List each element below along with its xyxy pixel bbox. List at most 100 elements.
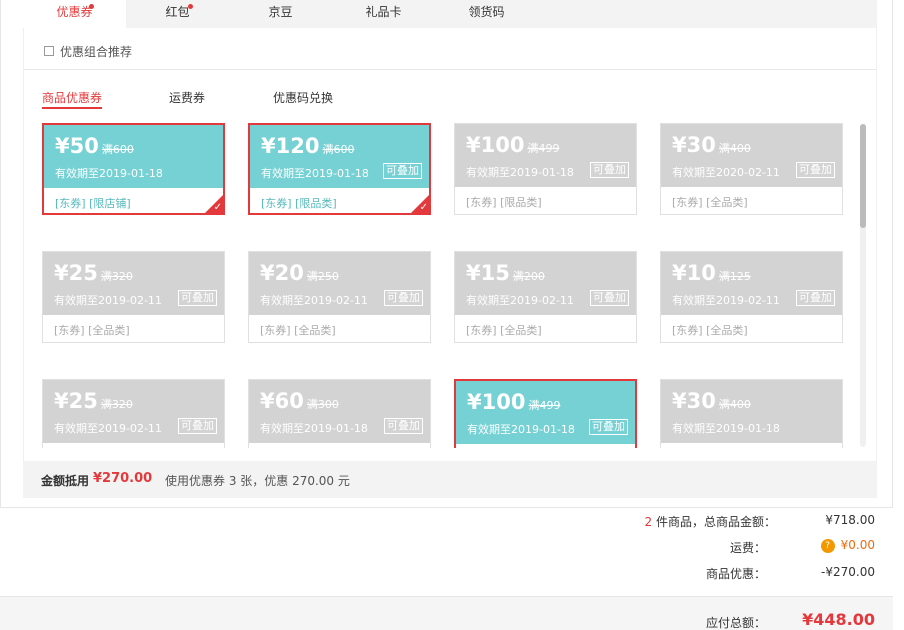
coupon-price: ¥25 满320: [54, 261, 133, 285]
coupon-card[interactable]: ¥15 满200 有效期至2019-02-11 可叠加 [东券] [全品类]: [454, 251, 637, 343]
coupon-face: ¥50 满600 有效期至2019-01-18: [44, 125, 223, 188]
stackable-badge: 可叠加: [590, 290, 629, 306]
coupon-threshold: 满250: [306, 270, 339, 283]
coupon-price: ¥20 满250: [260, 261, 339, 285]
coupon-threshold: 满320: [100, 398, 133, 411]
coupon-amount: ¥100: [466, 133, 525, 157]
new-dot-icon: [89, 4, 94, 9]
coupon-tags: [东券] [限店铺]: [55, 197, 131, 210]
coupon-price: ¥120 满600: [261, 134, 354, 158]
coupon-panel: 优惠券 红包 京豆 礼品卡 领货码 优惠组合推荐 商品优惠券 运费券 优惠码兑换…: [0, 0, 893, 508]
coupon-amount: ¥50: [55, 134, 99, 158]
coupon-card[interactable]: ¥25 满320 有效期至2019-02-11 可叠加: [42, 379, 225, 448]
coupon-expiry: 有效期至2019-01-18: [466, 166, 574, 179]
tab-redeem-code[interactable]: 领货码: [435, 0, 538, 28]
coupon-face: ¥60 满300 有效期至2019-01-18 可叠加: [249, 380, 430, 443]
new-dot-icon: [188, 4, 193, 9]
shipping-label: 运费：: [729, 541, 766, 555]
coupon-expiry: 有效期至2019-02-11: [466, 294, 574, 307]
coupon-price: ¥15 满200: [466, 261, 545, 285]
question-icon[interactable]: ?: [820, 538, 835, 553]
coupon-card[interactable]: ¥30 满400 有效期至2020-02-11 可叠加 [东券] [全品类]: [660, 123, 843, 215]
stackable-badge: 可叠加: [796, 290, 835, 306]
tab-jingdou[interactable]: 京豆: [229, 0, 332, 28]
payable-value: ¥448.00: [802, 610, 875, 629]
coupon-threshold: 满400: [718, 142, 751, 155]
coupon-face: ¥100 满499 有效期至2019-01-18 可叠加: [455, 124, 636, 187]
coupon-tags: [东券] [限品类]: [466, 196, 542, 209]
coupon-price: ¥30 满400: [672, 389, 751, 413]
coupon-face: ¥20 满250 有效期至2019-02-11 可叠加: [249, 252, 430, 315]
coupon-tags: [东券] [全品类]: [672, 324, 748, 337]
stackable-badge: 可叠加: [796, 162, 835, 178]
coupon-card[interactable]: ¥30 满400 有效期至2019-01-18: [660, 379, 843, 448]
tab-gift-card[interactable]: 礼品卡: [332, 0, 435, 28]
stackable-badge: 可叠加: [384, 290, 423, 306]
summary-amount: ¥270.00: [93, 471, 153, 486]
coupon-face: ¥100 满499 有效期至2019-01-18 可叠加: [456, 381, 635, 444]
summary-description: 使用优惠券 3 张，优惠 270.00 元: [165, 474, 350, 488]
coupon-tags: [东券] [全品类]: [672, 196, 748, 209]
stackable-badge: 可叠加: [178, 290, 217, 306]
discount-value: -¥270.00: [821, 565, 875, 579]
coupon-grid: ¥50 满600 有效期至2019-01-18 [东券] [限店铺] ✓ ¥120 满600…: [24, 118, 860, 448]
stackable-badge: 可叠加: [384, 418, 423, 434]
stackable-badge: 可叠加: [589, 419, 628, 435]
combo-recommend[interactable]: 优惠组合推荐: [44, 43, 132, 59]
coupon-expiry: 有效期至2019-02-11: [54, 422, 162, 435]
coupon-face: ¥30 满400 有效期至2020-02-11 可叠加: [661, 124, 842, 187]
tab-red-packets[interactable]: 红包: [126, 0, 229, 28]
coupon-amount: ¥25: [54, 261, 98, 285]
coupon-card[interactable]: ¥60 满300 有效期至2019-01-18 可叠加: [248, 379, 431, 448]
coupon-face: ¥30 满400 有效期至2019-01-18: [661, 380, 842, 443]
coupon-amount: ¥100: [467, 390, 526, 414]
coupon-card[interactable]: ¥100 满499 有效期至2019-01-18 可叠加: [454, 379, 637, 448]
coupon-amount: ¥30: [672, 389, 716, 413]
coupon-expiry: 有效期至2020-02-11: [672, 166, 780, 179]
coupon-face: ¥25 满320 有效期至2019-02-11 可叠加: [43, 252, 224, 315]
coupon-tags: [东券] [全品类]: [466, 324, 542, 337]
coupon-price: ¥30 满400: [672, 133, 751, 157]
coupon-threshold: 满600: [322, 143, 355, 156]
coupon-amount: ¥15: [466, 261, 510, 285]
coupon-amount: ¥25: [54, 389, 98, 413]
coupon-amount: ¥120: [261, 134, 320, 158]
summary-label: 金额抵用: [41, 474, 90, 488]
coupon-expiry: 有效期至2019-01-18: [672, 422, 780, 435]
coupon-amount: ¥30: [672, 133, 716, 157]
scrollbar-thumb[interactable]: [860, 124, 866, 228]
tab-coupons[interactable]: 优惠券: [23, 0, 126, 28]
coupon-expiry: 有效期至2019-01-18: [260, 422, 368, 435]
coupon-amount: ¥20: [260, 261, 304, 285]
discount-tabs: 优惠券 红包 京豆 礼品卡 领货码: [23, 0, 877, 28]
coupon-expiry: 有效期至2019-01-18: [55, 167, 163, 180]
subtab-shipping-coupons[interactable]: 运费券: [169, 89, 205, 109]
coupon-price: ¥60 满300: [260, 389, 339, 413]
shipping-value: ? ¥0.00: [820, 538, 875, 553]
coupon-card[interactable]: ¥120 满600 有效期至2019-01-18 可叠加 [东券] [限品类] ✓: [248, 123, 431, 215]
coupon-price: ¥100 满499: [467, 390, 560, 414]
scrollbar[interactable]: [860, 124, 866, 447]
coupon-amount: ¥60: [260, 389, 304, 413]
discount-label: 商品优惠：: [705, 567, 766, 581]
goods-total-value: ¥718.00: [825, 513, 875, 527]
coupon-card[interactable]: ¥100 满499 有效期至2019-01-18 可叠加 [东券] [限品类]: [454, 123, 637, 215]
check-icon: ✓: [419, 202, 428, 213]
coupon-threshold: 满125: [718, 270, 751, 283]
coupon-card[interactable]: ¥25 满320 有效期至2019-02-11 可叠加 [东券] [全品类]: [42, 251, 225, 343]
subtab-code-redeem[interactable]: 优惠码兑换: [273, 89, 333, 109]
coupon-tags: [东券] [全品类]: [54, 324, 130, 337]
subtab-product-coupons[interactable]: 商品优惠券: [42, 89, 103, 109]
combo-checkbox[interactable]: [44, 46, 54, 56]
stackable-badge: 可叠加: [383, 163, 422, 179]
coupon-threshold: 满300: [306, 398, 339, 411]
coupon-price: ¥25 满320: [54, 389, 133, 413]
stackable-badge: 可叠加: [178, 418, 217, 434]
coupon-expiry: 有效期至2019-02-11: [672, 294, 780, 307]
coupon-expiry: 有效期至2019-02-11: [54, 294, 162, 307]
coupon-face: ¥120 满600 有效期至2019-01-18 可叠加: [250, 125, 429, 188]
coupon-card[interactable]: ¥10 满125 有效期至2019-02-11 可叠加 [东券] [全品类]: [660, 251, 843, 343]
coupon-threshold: 满320: [100, 270, 133, 283]
coupon-card[interactable]: ¥50 满600 有效期至2019-01-18 [东券] [限店铺] ✓: [42, 123, 225, 215]
coupon-card[interactable]: ¥20 满250 有效期至2019-02-11 可叠加 [东券] [全品类]: [248, 251, 431, 343]
